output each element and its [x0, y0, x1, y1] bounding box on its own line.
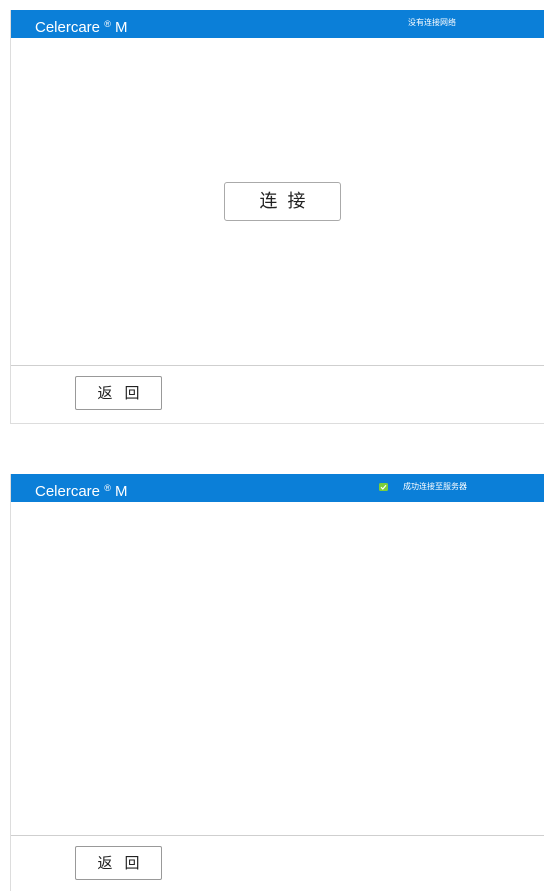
app-title-suffix: M [115, 19, 128, 36]
app-window-disconnected: Celercare ® M 没有连接网络 连接 返回 [10, 10, 544, 424]
title-bar: Celercare ® M 没有连接网络 [11, 10, 544, 38]
connection-status: 没有连接网络 [408, 18, 456, 27]
registered-mark: ® [104, 19, 111, 29]
app-title: Celercare ® M [35, 14, 128, 38]
footer-divider [11, 365, 544, 366]
back-button[interactable]: 返回 [75, 846, 162, 880]
app-title: Celercare ® M [35, 478, 128, 502]
check-icon [379, 483, 388, 491]
footer-divider [11, 835, 544, 836]
registered-mark: ® [104, 483, 111, 493]
connect-button[interactable]: 连接 [224, 182, 341, 221]
app-title-name: Celercare [35, 19, 101, 36]
connection-status: 成功连接至服务器 [403, 482, 467, 491]
title-bar: Celercare ® M 成功连接至服务器 [11, 474, 544, 502]
back-button[interactable]: 返回 [75, 376, 162, 410]
app-title-suffix: M [115, 483, 128, 500]
app-title-name: Celercare [35, 483, 101, 500]
app-window-connected: Celercare ® M 成功连接至服务器 返回 [10, 474, 544, 891]
